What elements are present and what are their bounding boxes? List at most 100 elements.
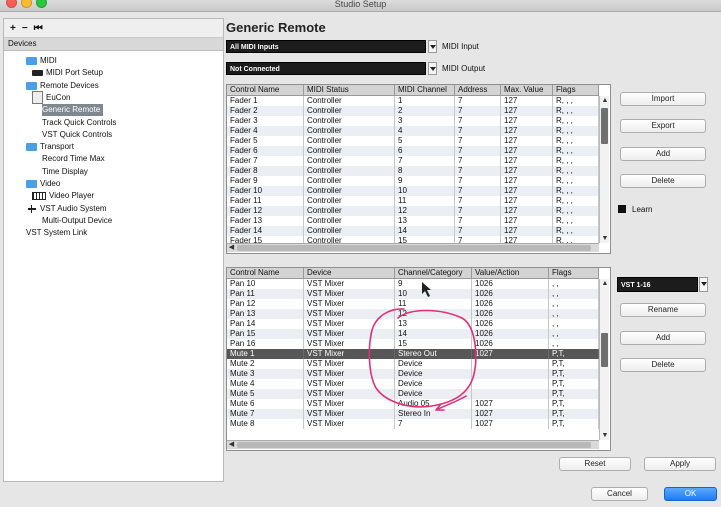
remove-device-button[interactable]: − <box>22 23 28 34</box>
table-row[interactable]: Fader 7 Controller 7 7 127 R, , , <box>227 156 599 166</box>
table-row[interactable]: Mute 8 VST Mixer 7 1027 P,T, <box>227 419 599 429</box>
scroll-left-icon[interactable]: ◀ <box>227 441 236 449</box>
reset-button[interactable]: Reset <box>559 457 631 471</box>
table-row[interactable]: Fader 1 Controller 1 7 127 R, , , <box>227 96 599 106</box>
table-cell: Pan 11 <box>227 289 304 299</box>
sidebar-item[interactable]: VST Audio System <box>26 203 110 215</box>
column-header[interactable]: Flags <box>549 268 599 278</box>
table-row[interactable]: Pan 10 VST Mixer 9 1026, , <box>227 279 599 289</box>
import-button[interactable]: Import <box>620 92 706 106</box>
table-row[interactable]: Fader 3 Controller 3 7 127 R, , , <box>227 116 599 126</box>
column-header[interactable]: Channel/Category <box>395 268 472 278</box>
scroll-thumb[interactable] <box>601 333 608 367</box>
table-row[interactable]: Fader 9 Controller 9 7 127 R, , , <box>227 176 599 186</box>
learn-checkbox[interactable] <box>618 205 626 213</box>
scroll-down-icon[interactable]: ▼ <box>600 431 610 440</box>
table-row[interactable]: Pan 12 VST Mixer 11 1026, , <box>227 299 599 309</box>
sidebar-item[interactable]: VST Quick Controls <box>42 129 115 141</box>
scroll-thumb[interactable] <box>601 108 608 144</box>
table-row[interactable]: Pan 16 VST Mixer 15 1026, , <box>227 339 599 349</box>
column-header[interactable]: Control Name <box>227 85 304 95</box>
reset-device-button[interactable]: ⏮ <box>34 23 43 34</box>
table-cell: 7 <box>455 106 501 116</box>
sidebar-item[interactable]: Track Quick Controls <box>42 117 119 129</box>
midi-output-chevron-down-icon[interactable] <box>428 62 437 75</box>
table-cell: 127 <box>501 116 553 126</box>
table-row[interactable]: Fader 11 Controller 11 7 127 R, , , <box>227 196 599 206</box>
delete-controller-button[interactable]: Delete <box>620 174 706 188</box>
midi-output-select[interactable]: Not Connected <box>226 62 426 75</box>
rename-bank-button[interactable]: Rename <box>620 303 706 317</box>
hscroll-thumb[interactable] <box>237 245 591 251</box>
sidebar-item[interactable]: Generic Remote <box>42 104 104 117</box>
sidebar-item[interactable]: Video Player <box>32 190 97 202</box>
table-row[interactable]: Fader 12 Controller 12 7 127 R, , , <box>227 206 599 216</box>
add-bank-button[interactable]: Add <box>620 331 706 345</box>
scroll-up-icon[interactable]: ▲ <box>600 279 610 288</box>
scroll-left-icon[interactable]: ◀ <box>227 244 236 252</box>
sidebar-item[interactable]: MIDI Port Setup <box>32 67 106 79</box>
table-row[interactable]: Fader 5 Controller 5 7 127 R, , , <box>227 136 599 146</box>
table-row[interactable]: Fader 14 Controller 14 7 127 R, , , <box>227 226 599 236</box>
table-row[interactable]: Fader 4 Controller 4 7 127 R, , , <box>227 126 599 136</box>
sidebar-item[interactable]: Video <box>26 178 63 190</box>
column-header[interactable]: Flags <box>553 85 599 95</box>
table-row[interactable]: Fader 8 Controller 8 7 127 R, , , <box>227 166 599 176</box>
table-row[interactable]: Mute 6 VST Mixer Audio 05 1027 P,T, <box>227 399 599 409</box>
column-header[interactable]: MIDI Channel <box>395 85 455 95</box>
bank-chevron-down-icon[interactable] <box>699 277 708 292</box>
column-header[interactable]: MIDI Status <box>304 85 395 95</box>
sidebar-item[interactable]: Record Time Max <box>42 153 108 165</box>
midi-input-chevron-down-icon[interactable] <box>428 40 437 53</box>
sidebar-item[interactable]: VST System Link <box>26 227 90 239</box>
assignment-table-hscrollbar[interactable]: ◀ <box>227 440 599 449</box>
export-button[interactable]: Export <box>620 119 706 133</box>
scroll-down-icon[interactable]: ▼ <box>600 234 610 243</box>
sidebar-item[interactable]: Multi-Output Device <box>42 215 115 227</box>
midi-input-select[interactable]: All MIDI Inputs <box>226 40 426 53</box>
add-device-button[interactable]: + <box>10 23 16 34</box>
sidebar-item[interactable]: Remote Devices <box>26 80 102 92</box>
column-header[interactable]: Value/Action <box>472 268 549 278</box>
delete-bank-button[interactable]: Delete <box>620 358 706 372</box>
column-header[interactable]: Control Name <box>227 268 304 278</box>
table-row[interactable]: Mute 5 VST Mixer Device P,T, <box>227 389 599 399</box>
table-row[interactable]: Fader 2 Controller 2 7 127 R, , , <box>227 106 599 116</box>
table-row[interactable]: Pan 11 VST Mixer 10 1026, , <box>227 289 599 299</box>
table-row[interactable]: Mute 4 VST Mixer Device P,T, <box>227 379 599 389</box>
hscroll-thumb[interactable] <box>237 442 591 448</box>
table-row[interactable]: Mute 1 VST Mixer Stereo Out 1027 P,T, <box>227 349 599 359</box>
assignment-table-scrollbar[interactable]: ▲ ▼ <box>599 279 609 440</box>
table-row[interactable]: Mute 2 VST Mixer Device P,T, <box>227 359 599 369</box>
controller-table-hscrollbar[interactable]: ◀ <box>227 243 599 252</box>
column-header[interactable]: Max. Value <box>501 85 553 95</box>
table-cell: 1027 <box>472 409 549 419</box>
scroll-up-icon[interactable]: ▲ <box>600 96 610 105</box>
sidebar-item[interactable]: Time Display <box>42 166 91 178</box>
controller-table-scrollbar[interactable]: ▲ ▼ <box>599 96 609 243</box>
add-controller-button[interactable]: Add <box>620 147 706 161</box>
sidebar-item[interactable]: MIDI <box>26 55 60 67</box>
table-row[interactable]: Fader 10 Controller 10 7 127 R, , , <box>227 186 599 196</box>
table-row[interactable]: Pan 14 VST Mixer 13 1026, , <box>227 319 599 329</box>
column-header[interactable]: Address <box>455 85 501 95</box>
table-row[interactable]: Fader 6 Controller 6 7 127 R, , , <box>227 146 599 156</box>
sidebar-item[interactable]: Transport <box>26 141 77 153</box>
column-header[interactable]: Device <box>304 268 395 278</box>
table-row[interactable]: Pan 15 VST Mixer 14 1026, , <box>227 329 599 339</box>
bank-select[interactable]: VST 1-16 <box>617 277 698 292</box>
apply-button[interactable]: Apply <box>644 457 716 471</box>
table-cell: 127 <box>501 166 553 176</box>
table-cell: 6 <box>395 146 455 156</box>
midi-port-icon <box>32 70 43 77</box>
table-row[interactable]: Fader 13 Controller 13 7 127 R, , , <box>227 216 599 226</box>
table-cell: P,T, <box>549 409 599 419</box>
table-cell: 1027 <box>472 399 549 409</box>
table-row[interactable]: Mute 3 VST Mixer Device P,T, <box>227 369 599 379</box>
table-cell: 7 <box>395 156 455 166</box>
sidebar-item[interactable]: EuCon <box>32 91 73 105</box>
ok-button[interactable]: OK <box>664 487 717 501</box>
cancel-button[interactable]: Cancel <box>591 487 648 501</box>
table-row[interactable]: Mute 7 VST Mixer Stereo In 1027 P,T, <box>227 409 599 419</box>
table-row[interactable]: Pan 13 VST Mixer 12 1026, , <box>227 309 599 319</box>
